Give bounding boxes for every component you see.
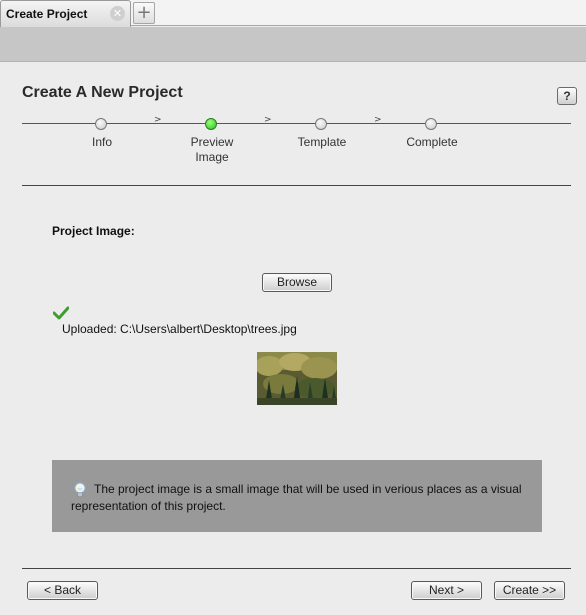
- step-label-info: Info: [91, 135, 112, 149]
- footer-divider: [22, 568, 571, 569]
- project-image-thumbnail: [257, 352, 337, 405]
- header-divider: [22, 185, 571, 186]
- help-button[interactable]: ?: [557, 87, 577, 105]
- step-arrow: >: [154, 115, 162, 125]
- tab-create-project[interactable]: Create Project ✕: [0, 0, 131, 27]
- add-tab-button[interactable]: +: [133, 2, 155, 24]
- wizard-panel: Create A New Project ? > > > Info Previe…: [0, 63, 586, 615]
- tab-label: Create Project: [6, 7, 88, 21]
- create-button[interactable]: Create >>: [494, 581, 565, 600]
- tab-bar: Create Project ✕ +: [0, 0, 586, 27]
- step-arrow: >: [264, 115, 272, 125]
- next-button[interactable]: Next >: [411, 581, 482, 600]
- back-button[interactable]: < Back: [27, 581, 98, 600]
- browse-button[interactable]: Browse: [262, 273, 332, 292]
- step-dot-complete: [425, 118, 437, 130]
- tip-box: The project image is a small image that …: [52, 460, 542, 532]
- step-dot-info: [95, 118, 107, 130]
- step-dot-template: [315, 118, 327, 130]
- step-label-template: Template: [297, 135, 347, 149]
- checkmark-icon: [53, 306, 69, 320]
- upload-status-text: Uploaded: C:\Users\albert\Desktop\trees.…: [62, 322, 297, 336]
- step-label-preview-image: Preview Image: [190, 135, 234, 164]
- step-dot-preview-image: [205, 118, 217, 130]
- step-arrow: >: [374, 115, 382, 125]
- close-tab-icon[interactable]: ✕: [110, 6, 125, 21]
- toolbar: [0, 27, 586, 62]
- project-image-label: Project Image:: [52, 224, 135, 238]
- page-title: Create A New Project: [22, 84, 183, 101]
- tip-text: The project image is a small image that …: [71, 482, 522, 513]
- step-label-complete: Complete: [406, 135, 458, 149]
